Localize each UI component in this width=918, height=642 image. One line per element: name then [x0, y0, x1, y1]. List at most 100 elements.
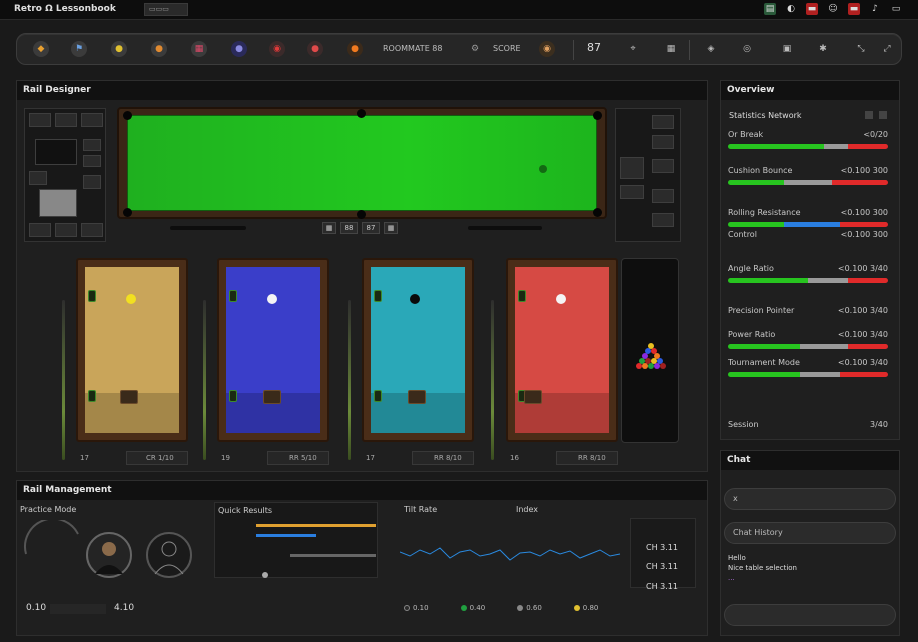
title-field[interactable]: ▭▭▭ [144, 3, 188, 16]
users-icon[interactable]: ☺ [827, 3, 839, 15]
cue-icon[interactable]: ⚑ [71, 41, 87, 57]
rack-icon[interactable]: ▦ [191, 41, 207, 57]
star-icon[interactable]: ▣ [779, 41, 795, 57]
table-cloth[interactable] [226, 267, 320, 433]
expand-icon[interactable]: ⤢ [879, 41, 895, 57]
timer-icon[interactable]: ◉ [539, 41, 555, 57]
cube-icon[interactable]: ◈ [703, 41, 719, 57]
yellow-ball[interactable] [126, 294, 136, 304]
main-snooker-table[interactable] [117, 107, 607, 219]
control-cell[interactable] [81, 113, 103, 127]
grid-icon[interactable]: ▦ [663, 41, 679, 57]
stat-value: <0.100 3/40 [837, 358, 888, 367]
ball-red-icon[interactable]: ● [307, 41, 323, 57]
table-cloth[interactable] [515, 267, 609, 433]
pin-icon[interactable]: ⌖ [625, 41, 641, 57]
stat-label: Rolling Resistance [728, 208, 801, 217]
results-bar-2 [256, 534, 316, 537]
sound-icon[interactable]: ♪ [869, 3, 881, 15]
control-cell[interactable] [81, 223, 103, 237]
footer-value: RR 8/10 [434, 454, 462, 462]
arrows-icon[interactable]: ⤡ [853, 41, 869, 57]
practice-table-2[interactable] [217, 258, 329, 442]
stat-row[interactable]: Cushion Bounce <0.100 300 [726, 166, 888, 192]
score-chip: ▦ [322, 222, 336, 234]
ball-icon[interactable]: ● [151, 41, 167, 57]
footer-value: CR 1/10 [146, 454, 174, 462]
panel-title: Rail Management [17, 481, 707, 500]
cue-ball[interactable] [267, 294, 277, 304]
window-icon[interactable]: ▭ [890, 3, 902, 15]
settings-icon[interactable]: ⚙ [467, 41, 483, 57]
control-cell[interactable] [29, 223, 51, 237]
practice-table-4[interactable] [506, 258, 618, 442]
network-icon[interactable]: ▤ [764, 3, 776, 15]
settings-icon[interactable] [865, 111, 873, 119]
cue-stick[interactable] [491, 300, 494, 460]
chip-stack [263, 390, 281, 404]
stat-row[interactable]: Power Ratio <0.100 3/40 [726, 330, 888, 356]
chat-history-button[interactable]: Chat History [724, 522, 896, 544]
flag-icon[interactable]: ▬ [806, 3, 818, 15]
bell-icon[interactable]: ◎ [739, 41, 755, 57]
chat-input-1[interactable]: x [724, 488, 896, 510]
stat-value: <0/20 [863, 130, 888, 139]
stat-row[interactable]: Angle Ratio <0.100 3/40 [726, 264, 888, 290]
control-cell[interactable] [652, 135, 674, 149]
green-ball[interactable] [539, 165, 547, 173]
preview-panel[interactable] [39, 189, 77, 217]
target-icon[interactable]: ◉ [269, 41, 285, 57]
stat-row[interactable]: Control <0.100 300 [726, 230, 888, 256]
stat-value: <0.100 3/40 [837, 330, 888, 339]
table-cloth[interactable] [85, 267, 179, 433]
footer-value: RR 8/10 [578, 454, 606, 462]
stat-row[interactable]: Precision Pointer <0.100 3/40 [726, 306, 888, 332]
table-cloth[interactable] [371, 267, 465, 433]
flag-icon[interactable]: ▬ [848, 3, 860, 15]
control-cell[interactable] [652, 115, 674, 129]
break-icon[interactable]: ◆ [33, 41, 49, 57]
session-label: Session [728, 420, 759, 429]
control-cell[interactable] [652, 159, 674, 173]
shield-icon[interactable]: ◐ [785, 3, 797, 15]
control-cell[interactable] [620, 185, 644, 199]
control-cell[interactable] [83, 139, 101, 151]
footer-label: 17 [366, 454, 375, 462]
chat-message-input[interactable] [724, 604, 896, 626]
control-cell[interactable] [29, 113, 51, 127]
control-cell[interactable] [652, 189, 674, 203]
practice-table-3[interactable] [362, 258, 474, 442]
opponent-avatar[interactable] [146, 532, 192, 578]
control-cell[interactable] [55, 223, 77, 237]
cue-stick[interactable] [203, 300, 206, 460]
control-cell[interactable] [29, 171, 47, 185]
control-cell[interactable] [652, 213, 674, 227]
preview-screen[interactable] [35, 139, 77, 165]
close-icon[interactable] [879, 111, 887, 119]
table-cloth[interactable] [127, 115, 597, 211]
share-icon[interactable]: ✱ [815, 41, 831, 57]
results-dot [262, 572, 268, 578]
ball-orange-icon[interactable]: ● [347, 41, 363, 57]
control-cell[interactable] [83, 155, 101, 167]
cue-stick[interactable] [62, 300, 65, 460]
practice-table-1[interactable] [76, 258, 188, 442]
control-cell[interactable] [55, 113, 77, 127]
table-footer: 17 CR 1/10 [76, 451, 188, 465]
table-marker [88, 390, 96, 402]
score-label: SCORE [493, 44, 521, 53]
control-cell[interactable] [620, 157, 644, 179]
cue-ball[interactable] [556, 294, 566, 304]
stat-row[interactable]: Tournament Mode <0.100 3/40 [726, 358, 888, 384]
opponent-icon [154, 541, 184, 575]
planet-icon[interactable]: ● [231, 41, 247, 57]
player-avatar[interactable] [86, 532, 132, 578]
ball-rack[interactable] [621, 258, 679, 443]
chalk-icon[interactable]: ● [111, 41, 127, 57]
black-ball[interactable] [410, 294, 420, 304]
legend-item: 0.40 [460, 604, 485, 612]
table-marker [374, 290, 382, 302]
control-cell[interactable] [83, 175, 101, 189]
cue-stick[interactable] [348, 300, 351, 460]
stat-row[interactable]: Or Break <0/20 [726, 130, 888, 156]
